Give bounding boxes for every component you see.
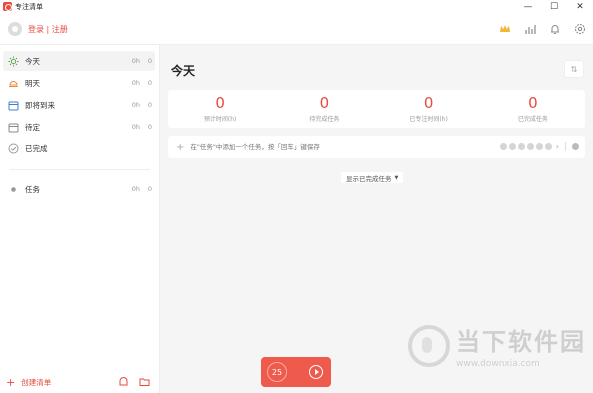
- minimize-button[interactable]: —: [523, 2, 533, 12]
- calendar-icon: [7, 121, 19, 133]
- folder-icon[interactable]: [139, 376, 150, 389]
- sidebar-item-label: 任务: [25, 184, 40, 194]
- stat-value: 0: [423, 94, 434, 112]
- sidebar-item-label: 已完成: [25, 143, 48, 153]
- sidebar-item-upcoming[interactable]: 即将到来 0h 0: [3, 95, 155, 115]
- plus-icon: +: [6, 375, 16, 389]
- stat-label: 预计时间(h): [203, 116, 237, 123]
- sidebar-item-label: 明天: [25, 78, 40, 88]
- list-dot-icon: [7, 183, 19, 195]
- avatar[interactable]: [8, 22, 22, 36]
- stats-card: 0 预计时间(h) 0 待完成任务 0 已专注时间(h) 0 已完成任务: [168, 90, 585, 128]
- login-register-link[interactable]: 登录 | 注册: [28, 24, 68, 35]
- pomodoro-estimate-icon[interactable]: [517, 143, 525, 150]
- calendar-icon: [7, 99, 19, 111]
- sort-button[interactable]: ⇅: [564, 60, 584, 78]
- sidebar-item-label: 即将到来: [25, 100, 55, 110]
- pomodoro-widget[interactable]: 25: [261, 357, 331, 387]
- watermark: 当下软件园 www.downxia.com: [408, 322, 586, 369]
- sidebar-item-hours: 0h: [131, 123, 140, 131]
- stat-value: 0: [528, 94, 538, 112]
- sidebar-item-hours: 0h: [131, 101, 140, 109]
- footer-icons: [118, 376, 150, 389]
- stat-label: 已专注时间(h): [409, 116, 448, 123]
- add-task-input[interactable]: [190, 143, 491, 151]
- pomodoro-count: 25: [267, 362, 287, 382]
- app-logo-icon: [3, 2, 12, 11]
- pomodoro-estimate-icon[interactable]: [544, 143, 552, 150]
- play-icon[interactable]: [309, 365, 323, 379]
- crown-icon[interactable]: [498, 22, 512, 36]
- stat-value: 0: [215, 94, 225, 112]
- maximize-button[interactable]: ☐: [549, 2, 559, 12]
- check-circle-icon: [7, 142, 19, 154]
- app-title: 专注清单: [15, 2, 43, 11]
- watermark-text: 当下软件园 www.downxia.com: [456, 322, 586, 369]
- sidebar-divider: [10, 169, 150, 170]
- sidebar-item-label: 今天: [25, 56, 40, 66]
- sidebar-item-hours: 0h: [131, 185, 140, 193]
- stat-completed-tasks: 0 已完成任务: [481, 90, 585, 128]
- watermark-logo-icon: [408, 324, 450, 367]
- pomodoro-estimate-icon[interactable]: [535, 143, 543, 150]
- stat-value: 0: [319, 94, 330, 112]
- sidebar-item-count: 0: [147, 79, 152, 87]
- priority-icon[interactable]: [572, 143, 579, 150]
- plus-icon: +: [176, 141, 185, 153]
- watermark-url: www.downxia.com: [456, 359, 540, 369]
- close-button[interactable]: ✕: [575, 2, 585, 12]
- create-list-label: 创建清单: [21, 377, 52, 387]
- show-completed-label: 显示已完成任务: [346, 174, 392, 183]
- caret-down-icon: ▼: [394, 174, 399, 181]
- bell-icon[interactable]: [548, 22, 562, 36]
- sun-icon: [7, 55, 19, 67]
- sidebar-item-count: 0: [147, 101, 152, 109]
- pomodoro-estimate-icon[interactable]: [508, 143, 516, 150]
- sidebar-item-count: 0: [147, 123, 152, 131]
- gear-icon[interactable]: [573, 22, 587, 36]
- task-tools: ›: [499, 142, 579, 151]
- sidebar-item-tomorrow[interactable]: 明天 0h 0: [3, 73, 155, 93]
- add-folder-icon[interactable]: [118, 376, 129, 389]
- pomodoro-estimate-icon[interactable]: [526, 143, 534, 150]
- sidebar-item-count: 0: [147, 57, 152, 65]
- header: 登录 | 注册: [0, 13, 593, 45]
- sidebar-item-pending[interactable]: 待定 0h 0: [3, 117, 155, 137]
- watermark-name: 当下软件园: [456, 328, 586, 356]
- stat-pending-tasks: 0 待完成任务: [272, 90, 376, 128]
- sidebar-list-tasks[interactable]: 任务 0h 0: [3, 179, 155, 199]
- stat-estimated-time: 0 预计时间(h): [168, 90, 272, 128]
- sidebar-item-today[interactable]: 今天 0h 0: [3, 51, 155, 71]
- create-list-button[interactable]: + 创建清单: [6, 377, 51, 388]
- header-icons: [498, 22, 587, 36]
- title-bar: 专注清单 — ☐ ✕: [0, 0, 593, 13]
- show-completed-toggle[interactable]: 显示已完成任务 ▼: [341, 172, 404, 183]
- sidebar-footer: + 创建清单: [0, 371, 160, 393]
- pomodoro-estimate-icon[interactable]: [499, 143, 507, 150]
- add-task-bar: + ›: [168, 136, 585, 158]
- sidebar-item-hours: 0h: [131, 79, 140, 87]
- sidebar-item-hours: 0h: [131, 57, 140, 65]
- divider: [565, 142, 566, 151]
- sidebar: 今天 0h 0 明天 0h 0 即将到来 0h 0 待定 0h 0 已完成 任务…: [0, 45, 160, 393]
- stat-focused-time: 0 已专注时间(h): [377, 90, 481, 128]
- page-title: 今天: [171, 64, 196, 78]
- statistics-icon[interactable]: [523, 22, 537, 36]
- sidebar-item-label: 待定: [25, 122, 40, 132]
- window-controls: — ☐ ✕: [523, 0, 585, 13]
- sort-icon: ⇅: [570, 64, 578, 74]
- stat-label: 已完成任务: [517, 116, 548, 123]
- sunset-icon: [7, 77, 19, 89]
- stat-label: 待完成任务: [309, 116, 340, 123]
- sidebar-item-count: 0: [147, 185, 152, 193]
- chevron-right-icon[interactable]: ›: [556, 142, 559, 151]
- sidebar-item-completed[interactable]: 已完成: [3, 138, 155, 158]
